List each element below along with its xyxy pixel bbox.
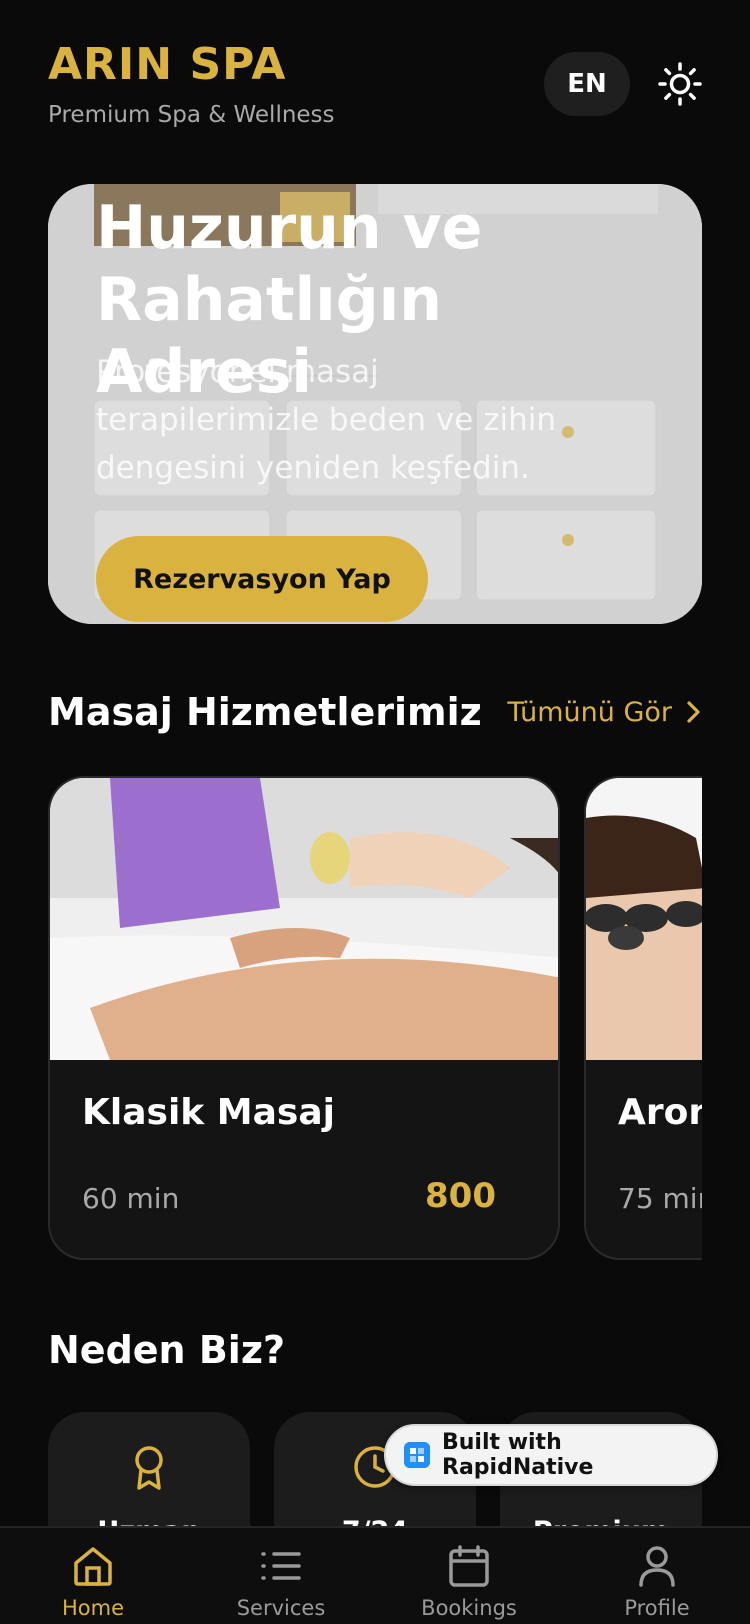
why-us-section-header: Neden Biz? xyxy=(48,1328,702,1372)
built-with-label: Built with RapidNative xyxy=(442,1430,594,1480)
tab-profile[interactable]: Profile xyxy=(582,1538,732,1620)
language-toggle-button[interactable]: EN xyxy=(544,52,630,116)
tab-services[interactable]: Services xyxy=(206,1538,356,1620)
built-with-badge[interactable]: Built with RapidNative xyxy=(384,1424,718,1486)
tab-bookings-label: Bookings xyxy=(421,1596,517,1620)
service-card-image xyxy=(50,778,558,1060)
why-us-label: Uzman xyxy=(48,1516,250,1526)
why-us-title: Neden Biz? xyxy=(48,1328,285,1372)
hero-banner: Huzurun ve Rahatlığın Adresi Profesyonel… xyxy=(48,184,702,624)
calendar-icon xyxy=(449,1545,489,1587)
user-icon xyxy=(639,1546,675,1587)
app-header: ARIN SPA Premium Spa & Wellness xyxy=(48,38,335,128)
see-all-link[interactable]: Tümünü Gör xyxy=(507,697,702,728)
service-card[interactable]: Aron 75 min xyxy=(584,776,702,1260)
brand-tagline: Premium Spa & Wellness xyxy=(48,102,335,128)
service-card-price: 800 xyxy=(425,1176,496,1216)
service-card-image xyxy=(586,778,702,1060)
service-card-name: Klasik Masaj xyxy=(82,1092,335,1133)
tab-home-label: Home xyxy=(61,1596,124,1620)
tab-home[interactable]: Home xyxy=(18,1538,168,1620)
rapidnative-logo-icon xyxy=(404,1442,430,1468)
bottom-tab-bar: Home Services Bookings Profile xyxy=(0,1526,750,1624)
service-card[interactable]: Klasik Masaj 60 min 800 xyxy=(48,776,560,1260)
why-us-card: Uzman xyxy=(48,1412,250,1526)
why-us-label: 7/24 xyxy=(274,1516,476,1526)
services-title: Masaj Hizmetlerimiz xyxy=(48,690,482,734)
tab-services-label: Services xyxy=(236,1596,326,1620)
tab-bookings[interactable]: Bookings xyxy=(394,1538,544,1620)
list-icon xyxy=(261,1552,301,1580)
service-card-duration: 75 min xyxy=(618,1182,702,1215)
service-card-name: Aron xyxy=(618,1092,702,1133)
tab-profile-label: Profile xyxy=(624,1596,690,1620)
brand-title: ARIN SPA xyxy=(48,39,287,90)
chevron-right-icon xyxy=(687,701,700,723)
book-now-button[interactable]: Rezervasyon Yap xyxy=(96,536,428,622)
why-us-label: Premium xyxy=(500,1516,702,1526)
theme-toggle-button[interactable] xyxy=(652,56,708,112)
award-icon xyxy=(135,1446,163,1490)
sun-icon xyxy=(658,62,702,106)
home-icon xyxy=(74,1547,112,1586)
see-all-label: Tümünü Gör xyxy=(507,696,672,728)
service-card-duration: 60 min xyxy=(82,1182,180,1215)
services-carousel[interactable]: Klasik Masaj 60 min 800 Aron 75 min xyxy=(48,776,702,1262)
services-section-header: Masaj Hizmetlerimiz Tümünü Gör xyxy=(48,690,702,734)
hero-subtitle: Profesyonel masaj terapilerimizle beden … xyxy=(96,354,556,486)
